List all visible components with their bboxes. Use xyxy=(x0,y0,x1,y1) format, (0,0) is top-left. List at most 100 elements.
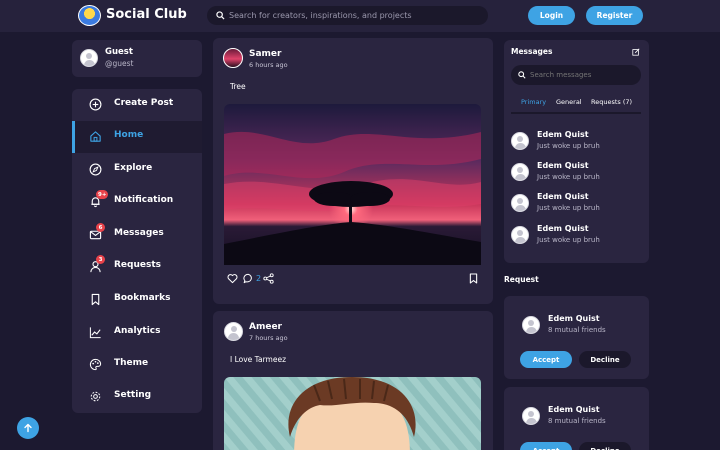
scroll-to-top-button[interactable] xyxy=(17,417,39,439)
plus-circle-icon xyxy=(89,98,102,111)
comment-count: 2 xyxy=(256,274,262,283)
messages-badge: 6 xyxy=(96,223,105,232)
sidebar-item-label: Explore xyxy=(114,163,153,173)
message-item[interactable]: Edem Quist Just woke up bruh xyxy=(504,157,649,187)
post-author-name[interactable]: Samer xyxy=(249,49,281,59)
avatar xyxy=(522,407,540,425)
sidebar-item-home[interactable]: Home xyxy=(72,121,202,153)
like-heart-icon[interactable] xyxy=(227,273,238,284)
requests-badge: 3 xyxy=(96,255,105,264)
message-preview: Just woke up bruh xyxy=(537,173,600,181)
tabs-divider xyxy=(511,112,641,114)
message-sender: Edem Quist xyxy=(537,224,589,233)
post-author-avatar[interactable] xyxy=(224,322,243,341)
requests-title: Request xyxy=(504,275,539,284)
post-image[interactable] xyxy=(224,377,481,450)
messages-search xyxy=(511,65,641,85)
sidebar-item-label: Notification xyxy=(114,195,174,205)
sidebar-item-requests[interactable]: 3 Requests xyxy=(72,251,202,283)
sidebar-item-analytics[interactable]: Analytics xyxy=(72,317,202,349)
message-item[interactable]: Edem Quist Just woke up bruh xyxy=(504,126,649,156)
palette-icon xyxy=(89,358,102,371)
avatar xyxy=(511,132,529,150)
sidebar-item-label: Create Post xyxy=(114,98,174,108)
profile-handle: @guest xyxy=(105,59,134,68)
post-timestamp: 7 hours ago xyxy=(249,334,288,342)
post-card: Samer 6 hours ago Tree 2 xyxy=(213,38,493,304)
sidebar-item-notification[interactable]: 9+ Notification xyxy=(72,186,202,218)
request-card: Edem Quist 8 mutual friends Accept Decli… xyxy=(504,296,649,379)
request-name[interactable]: Edem Quist xyxy=(548,314,600,323)
message-sender: Edem Quist xyxy=(537,192,589,201)
tab-requests[interactable]: Requests (7) xyxy=(591,98,632,106)
sidebar-item-bookmarks[interactable]: Bookmarks xyxy=(72,284,202,316)
decline-button[interactable]: Decline xyxy=(579,442,631,450)
bookmark-icon xyxy=(91,293,100,306)
sidebar-item-explore[interactable]: Explore xyxy=(72,154,202,186)
messages-panel: Messages Primary General Requests (7) Ed… xyxy=(504,40,649,263)
notification-badge: 9+ xyxy=(96,190,109,199)
accept-button[interactable]: Accept xyxy=(520,442,572,450)
post-text: I Love Tarmeez xyxy=(230,355,287,364)
message-sender: Edem Quist xyxy=(537,130,589,139)
avatar xyxy=(511,163,529,181)
post-text: Tree xyxy=(230,82,246,91)
gear-icon xyxy=(90,391,101,402)
avatar xyxy=(80,49,98,67)
sidebar-item-label: Theme xyxy=(114,358,149,368)
arrow-up-icon xyxy=(24,423,32,433)
profile-name: Guest xyxy=(105,47,133,57)
logo-icon[interactable] xyxy=(78,5,101,26)
message-preview: Just woke up bruh xyxy=(537,204,600,212)
post-author-avatar[interactable] xyxy=(223,48,243,68)
sidebar-item-label: Analytics xyxy=(114,326,161,336)
compass-icon xyxy=(89,163,102,176)
post-card: Ameer 7 hours ago I Love Tarmeez xyxy=(213,311,493,450)
avatar xyxy=(511,226,529,244)
bookmark-icon[interactable] xyxy=(469,273,478,284)
request-mutual: 8 mutual friends xyxy=(548,326,606,334)
avatar xyxy=(522,316,540,334)
request-card: Edem Quist 8 mutual friends Accept Decli… xyxy=(504,387,649,450)
sidebar-item-setting[interactable]: Setting xyxy=(72,381,202,413)
message-preview: Just woke up bruh xyxy=(537,142,600,150)
sidebar-item-messages[interactable]: 6 Messages xyxy=(72,219,202,251)
avatar xyxy=(511,194,529,212)
chart-line-icon xyxy=(89,327,101,339)
message-item[interactable]: Edem Quist Just woke up bruh xyxy=(504,220,649,250)
comment-icon[interactable] xyxy=(243,273,254,284)
share-icon[interactable] xyxy=(263,273,274,284)
accept-button[interactable]: Accept xyxy=(520,351,572,368)
login-button[interactable]: Login xyxy=(528,6,575,25)
tab-general[interactable]: General xyxy=(556,98,582,106)
sidebar-item-label: Bookmarks xyxy=(114,293,171,303)
sidebar-item-create-post[interactable]: Create Post xyxy=(72,89,202,121)
sidebar-item-label: Home xyxy=(114,130,144,140)
logo-text[interactable]: Social Club xyxy=(106,7,187,22)
edit-icon[interactable] xyxy=(632,48,640,56)
request-name[interactable]: Edem Quist xyxy=(548,405,600,414)
sidebar-item-theme[interactable]: Theme xyxy=(72,349,202,381)
message-sender: Edem Quist xyxy=(537,161,589,170)
post-image[interactable] xyxy=(224,104,481,265)
search-bar xyxy=(207,6,488,25)
profile-card[interactable]: Guest @guest xyxy=(72,40,202,77)
messages-title: Messages xyxy=(511,47,553,56)
post-timestamp: 6 hours ago xyxy=(249,61,288,69)
home-icon xyxy=(90,131,101,142)
message-preview: Just woke up bruh xyxy=(537,236,600,244)
register-button[interactable]: Register xyxy=(586,6,643,25)
search-input[interactable] xyxy=(229,8,479,23)
messages-search-input[interactable] xyxy=(530,68,635,82)
search-icon xyxy=(518,71,526,79)
post-author-name[interactable]: Ameer xyxy=(249,322,282,332)
tab-primary[interactable]: Primary xyxy=(521,98,546,106)
message-item[interactable]: Edem Quist Just woke up bruh xyxy=(504,188,649,218)
top-bar: Social Club Login Register xyxy=(0,0,720,32)
search-icon xyxy=(216,11,225,20)
sidebar-item-label: Requests xyxy=(114,260,162,270)
decline-button[interactable]: Decline xyxy=(579,351,631,368)
sidebar-item-label: Setting xyxy=(114,390,152,400)
sidebar-item-label: Messages xyxy=(114,228,164,238)
request-mutual: 8 mutual friends xyxy=(548,417,606,425)
